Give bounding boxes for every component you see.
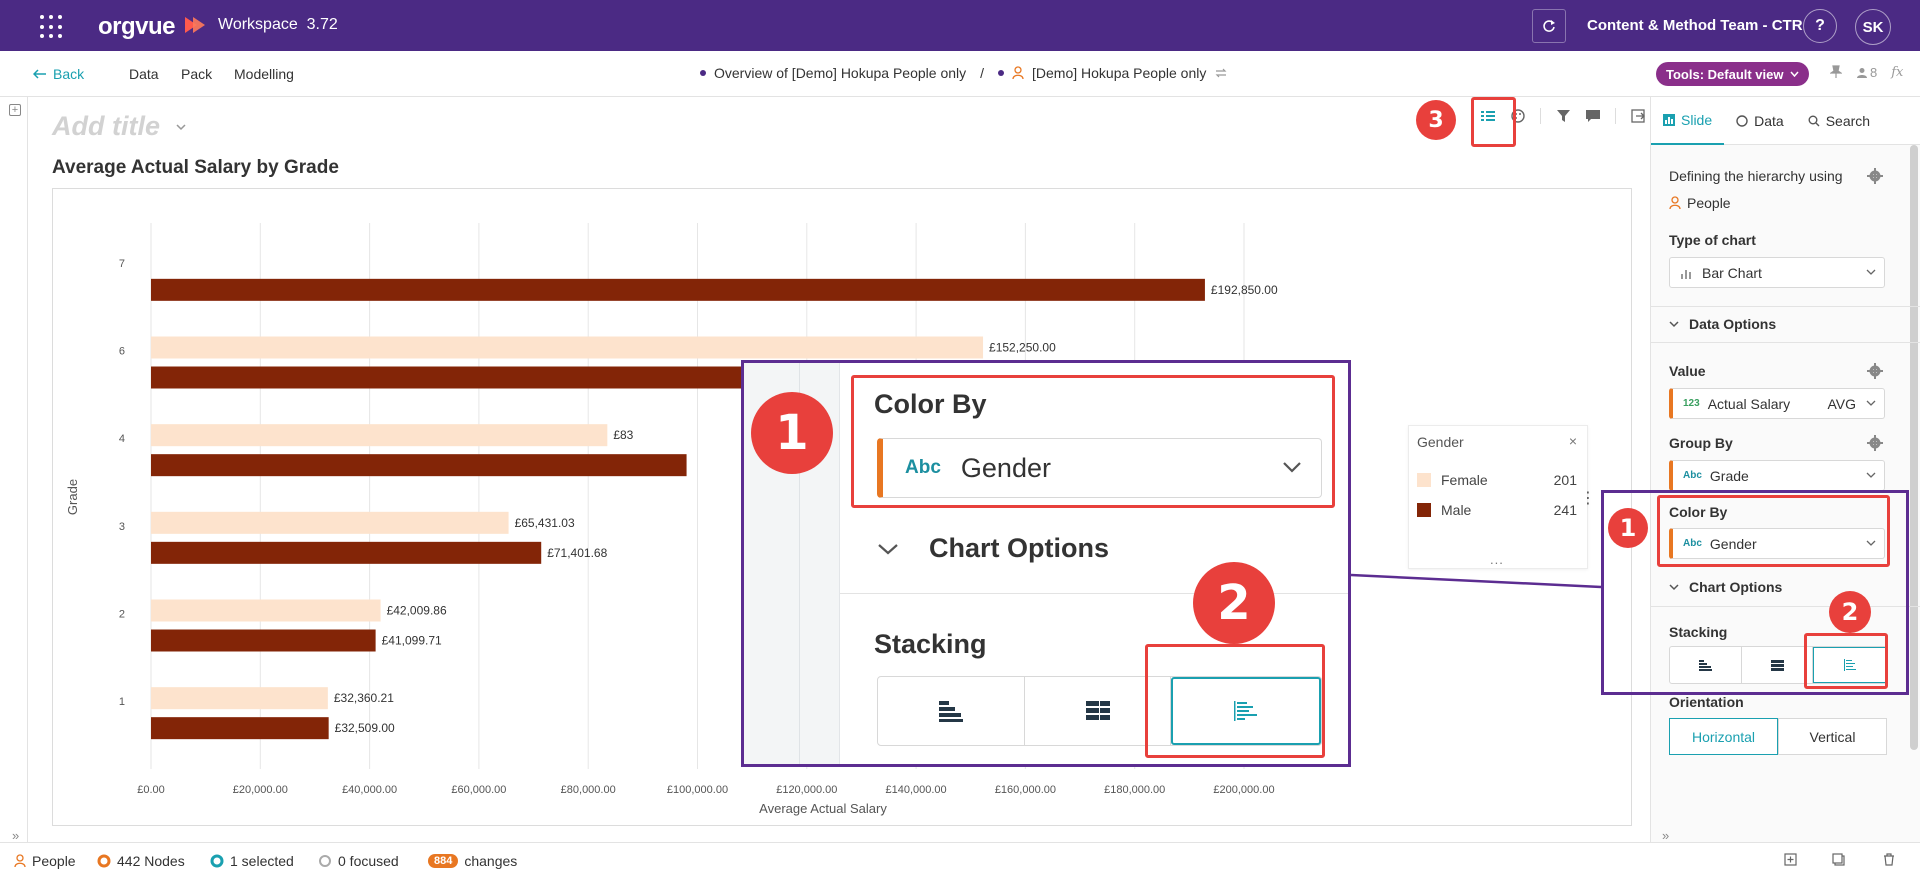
inset-stack-grouped-button[interactable] [878, 677, 1025, 745]
tab-data[interactable]: Data [1724, 97, 1796, 145]
group-by-select[interactable]: Abc Grade [1669, 460, 1885, 491]
expand-left-icon[interactable]: » [12, 828, 19, 843]
bar-chart-icon [1681, 269, 1691, 279]
highlight-stack-overlap [1804, 633, 1888, 689]
search-icon [1808, 115, 1820, 127]
status-selected[interactable]: 1 selected [210, 853, 294, 869]
panel-divider [1651, 342, 1920, 343]
changes-badge: 884 [428, 854, 459, 868]
tab-slide-label: Slide [1681, 112, 1713, 128]
group-by-value: Grade [1709, 467, 1749, 484]
chart-type-select[interactable]: Bar Chart [1669, 257, 1885, 288]
callout-2: 2 [1829, 591, 1871, 633]
orientation-label: Orientation [1669, 694, 1744, 710]
delete-icon[interactable] [1883, 853, 1895, 866]
grouped-bars-icon [938, 701, 963, 722]
tab-search[interactable]: Search [1796, 97, 1882, 145]
chevron-down-icon [1669, 320, 1679, 327]
status-changes[interactable]: 884 changes [428, 853, 517, 869]
chevron-down-icon [1866, 269, 1876, 275]
callout-3: 3 [1416, 100, 1456, 140]
panel-scrollbar[interactable] [1910, 145, 1918, 750]
data-icon [1736, 115, 1748, 127]
nodes-icon [97, 854, 111, 868]
status-selected-label: 1 selected [230, 853, 294, 869]
value-label: Value [1669, 363, 1706, 379]
focused-icon [319, 855, 331, 867]
tab-search-label: Search [1825, 113, 1871, 129]
highlight-inset-stacking [1145, 644, 1325, 758]
status-nodes[interactable]: 442 Nodes [97, 853, 185, 869]
add-node-icon[interactable] [1784, 853, 1797, 866]
chart-type-value: Bar Chart [1702, 264, 1762, 281]
value-field: Actual Salary [1707, 395, 1791, 412]
panel-tabs: Slide Data Search [1651, 97, 1920, 145]
status-changes-label: changes [464, 853, 518, 869]
tab-slide[interactable]: Slide [1651, 97, 1725, 145]
gear-icon[interactable] [1867, 435, 1883, 451]
chart-type-label: Type of chart [1669, 232, 1756, 248]
highlight-color-by [1657, 495, 1890, 567]
group-by-label: Group By [1669, 435, 1733, 451]
gear-icon[interactable] [1867, 363, 1883, 379]
status-bar: People 442 Nodes 1 selected 0 focused 88… [0, 842, 1920, 878]
inset-divider-line [840, 593, 1348, 594]
status-people[interactable]: People [14, 853, 76, 869]
orientation-group: Horizontal Vertical [1669, 718, 1887, 755]
chevron-down-icon [1866, 400, 1876, 406]
callout-1-large: 1 [751, 392, 833, 474]
gear-icon[interactable] [1867, 168, 1883, 184]
value-select[interactable]: 123 Actual Salary AVG [1669, 388, 1885, 419]
hierarchy-value[interactable]: People [1669, 195, 1731, 211]
inset-stacking-label: Stacking [874, 629, 987, 659]
inset-chart-options-label: Chart Options [929, 533, 1109, 563]
number-icon: 123 [1683, 398, 1700, 409]
callout-2-large: 2 [1193, 562, 1275, 644]
status-nodes-label: 442 Nodes [117, 853, 185, 869]
person-icon [1669, 196, 1681, 210]
highlight-legend-toggle [1471, 97, 1516, 147]
expand-right-icon[interactable]: » [1662, 828, 1669, 843]
status-focused-label: 0 focused [338, 853, 399, 869]
callout-1: 1 [1608, 508, 1648, 548]
stacked-bars-icon [1085, 701, 1110, 720]
inset-chart-options[interactable]: Chart Options [877, 533, 1109, 564]
hierarchy-value-label: People [1687, 195, 1731, 211]
status-focused[interactable]: 0 focused [318, 853, 399, 869]
person-icon [14, 854, 26, 868]
panel-divider [1651, 306, 1920, 307]
chevron-down-icon [1866, 472, 1876, 478]
abc-icon: Abc [1683, 470, 1702, 481]
chevron-down-icon [878, 543, 898, 554]
data-options-toggle[interactable]: Data Options [1669, 316, 1776, 332]
status-people-label: People [32, 853, 76, 869]
orientation-vertical-button[interactable]: Vertical [1778, 718, 1887, 755]
orientation-horizontal-button[interactable]: Horizontal [1669, 718, 1778, 755]
selected-icon [210, 854, 224, 868]
tab-data-label: Data [1754, 113, 1784, 129]
hierarchy-label: Defining the hierarchy using [1669, 168, 1843, 184]
highlight-inset-color-by [851, 375, 1335, 508]
slide-icon [1663, 114, 1675, 126]
data-options-label: Data Options [1689, 316, 1777, 332]
duplicate-icon[interactable] [1832, 853, 1845, 866]
value-aggregation[interactable]: AVG [1827, 396, 1856, 412]
